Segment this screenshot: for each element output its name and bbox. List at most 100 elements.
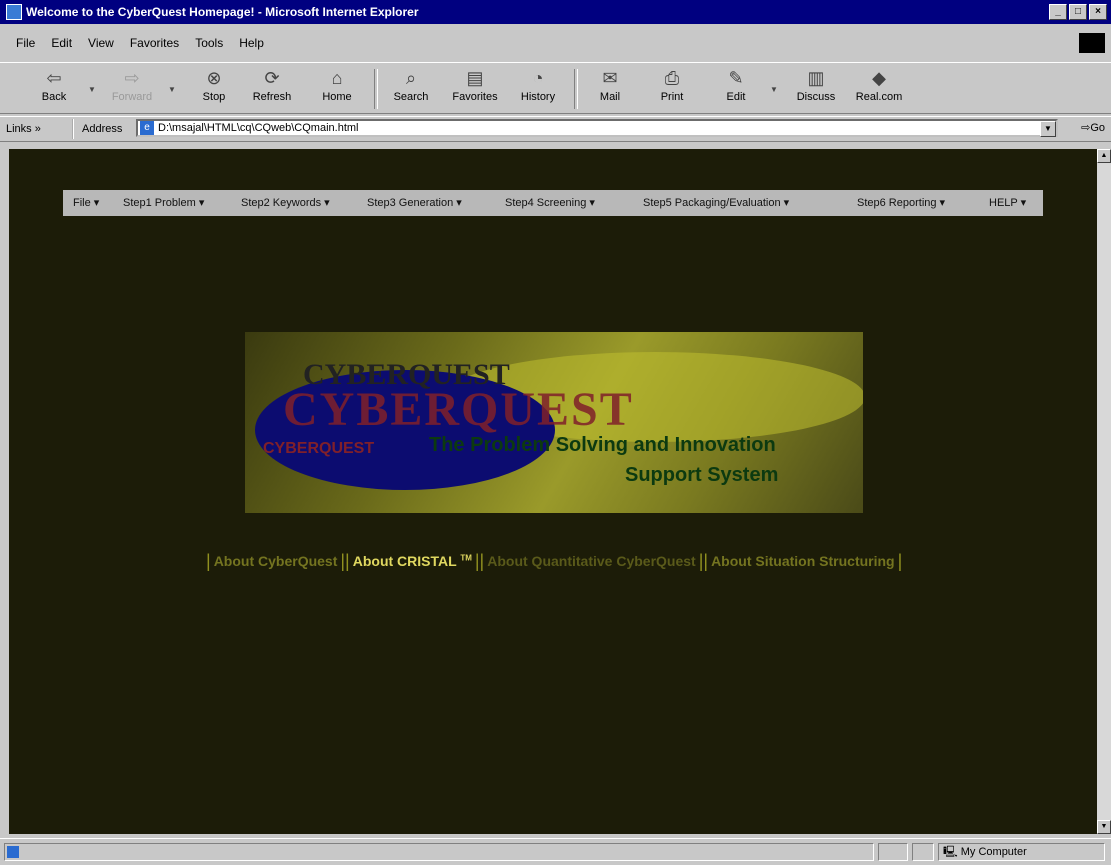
scroll-up-arrow-icon[interactable]: ▲ [1097, 149, 1111, 163]
menu-favorites[interactable]: Favorites [130, 36, 179, 50]
banner-tagline-1: The Problem Solving and Innovation [429, 434, 776, 456]
address-input[interactable]: e D:\msajal\HTML\cq\CQweb\CQmain.html ▼ [136, 119, 1058, 137]
edit-icon: ✎ [728, 68, 744, 88]
address-dropdown-icon[interactable]: ▼ [1040, 121, 1056, 137]
search-icon: ⌕ [405, 68, 417, 88]
forward-arrow-icon: ⇨ [124, 68, 140, 88]
search-button[interactable]: ⌕ Search [386, 67, 436, 103]
links-button[interactable]: Links » [6, 119, 74, 139]
go-label: Go [1090, 122, 1105, 134]
link-divider: | [206, 550, 211, 571]
page-status-icon [7, 846, 19, 858]
printer-icon: ⎙ [664, 68, 680, 88]
site-menu-step5[interactable]: Step5 Packaging/Evaluation ▾ [643, 196, 789, 209]
forward-dropdown-icon[interactable]: ▼ [168, 85, 176, 94]
zone-cell: 🖳 My Computer [938, 843, 1105, 861]
print-button[interactable]: ⎙ Print [652, 67, 692, 103]
site-menu-step4[interactable]: Step4 Screening ▾ [505, 196, 595, 209]
stop-button[interactable]: ⊗ Stop [196, 67, 232, 103]
about-cyberquest-link[interactable]: About CyberQuest [214, 553, 338, 569]
back-button[interactable]: ⇦ Back [34, 67, 74, 103]
toolbar-separator [574, 69, 578, 109]
trademark-label: TM [460, 553, 472, 563]
status-bar: 🖳 My Computer [0, 838, 1111, 865]
discuss-button[interactable]: ▥ Discuss [790, 67, 842, 103]
address-url: D:\msajal\HTML\cq\CQweb\CQmain.html [158, 122, 359, 134]
menu-edit[interactable]: Edit [51, 36, 72, 50]
home-label: Home [322, 91, 352, 103]
site-menu-step3[interactable]: Step3 Generation ▾ [367, 196, 462, 209]
stop-label: Stop [202, 91, 226, 103]
favorites-label: Favorites [452, 91, 498, 103]
edit-button[interactable]: ✎ Edit [716, 67, 756, 103]
links-label: Links [6, 123, 32, 135]
page-icon: e [140, 121, 154, 135]
menu-view[interactable]: View [88, 36, 114, 50]
menu-tools[interactable]: Tools [195, 36, 223, 50]
realcom-icon: ◆ [872, 68, 886, 88]
about-quantitative-link[interactable]: About Quantitative CyberQuest [487, 553, 695, 569]
about-links: | About CyberQuest || About CRISTAL TM |… [203, 548, 905, 574]
back-dropdown-icon[interactable]: ▼ [88, 85, 96, 94]
link-divider: || [340, 550, 350, 571]
print-label: Print [660, 91, 684, 103]
favorites-button[interactable]: ▤ Favorites [446, 67, 504, 103]
realcom-button[interactable]: ◆ Real.com [848, 67, 910, 103]
minimize-button[interactable]: _ [1049, 4, 1067, 20]
status-cell [878, 843, 908, 861]
status-text-cell [4, 843, 874, 861]
search-label: Search [393, 91, 429, 103]
close-button[interactable]: × [1089, 4, 1107, 20]
mail-button[interactable]: ✉ Mail [588, 67, 632, 103]
banner-logo-small: CYBERQUEST [263, 440, 375, 457]
menu-file[interactable]: File [16, 36, 35, 50]
title-bar: Welcome to the CyberQuest Homepage! - Mi… [0, 0, 1111, 24]
about-situation-link[interactable]: About Situation Structuring [711, 553, 895, 569]
history-button[interactable]: ◔ History [514, 67, 562, 103]
site-menu-step1[interactable]: Step1 Problem ▾ [123, 196, 204, 209]
page-content: File ▾ Step1 Problem ▾ Step2 Keywords ▾ … [9, 149, 1097, 834]
status-cell [912, 843, 934, 861]
back-arrow-icon: ⇦ [46, 68, 62, 88]
about-cristal-label: About CRISTAL [352, 553, 457, 569]
forward-button[interactable]: ⇨ Forward [106, 67, 158, 103]
mail-icon: ✉ [602, 68, 618, 88]
chevron-icon: » [34, 123, 41, 135]
site-menu-bar: File ▾ Step1 Problem ▾ Step2 Keywords ▾ … [63, 190, 1043, 216]
site-menu-step6[interactable]: Step6 Reporting ▾ [857, 196, 945, 209]
vertical-scrollbar[interactable]: ▲ ▼ [1097, 149, 1111, 834]
site-menu-file[interactable]: File ▾ [73, 196, 99, 209]
about-cristal-link[interactable]: About CRISTAL TM [353, 553, 472, 569]
refresh-icon: ⟳ [264, 68, 280, 88]
favorites-folder-icon: ▤ [466, 68, 484, 88]
zone-label: My Computer [960, 846, 1027, 858]
address-label: Address [82, 123, 123, 135]
discuss-label: Discuss [796, 91, 836, 103]
maximize-button[interactable]: □ [1069, 4, 1087, 20]
menu-help[interactable]: Help [239, 36, 264, 50]
site-menu-help[interactable]: HELP ▾ [989, 196, 1026, 209]
history-label: History [520, 91, 556, 103]
link-divider: || [698, 550, 709, 571]
refresh-label: Refresh [252, 91, 292, 103]
mail-label: Mail [599, 91, 621, 103]
banner-logo-large: CYBERQUEST [283, 383, 634, 436]
toolbar-separator [374, 69, 378, 109]
discuss-icon: ▥ [807, 68, 825, 88]
banner-tagline-2: Support System [625, 464, 779, 486]
toolbar: ⇦ Back ▼ ⇨ Forward ▼ ⊗ Stop ⟳ Refresh ⌂ … [0, 62, 1111, 114]
history-icon: ◔ [532, 68, 544, 88]
go-button[interactable]: ⇨Go [1081, 121, 1105, 134]
menu-bar: File Edit View Favorites Tools Help [0, 30, 1111, 56]
cyberquest-banner: CYBERQUEST CYBERQUEST CYBERQUEST The Pro… [245, 332, 863, 513]
edit-dropdown-icon[interactable]: ▼ [770, 85, 778, 94]
site-menu-step2[interactable]: Step2 Keywords ▾ [241, 196, 330, 209]
window-title: Welcome to the CyberQuest Homepage! - Mi… [26, 5, 419, 19]
computer-icon: 🖳 [943, 846, 958, 858]
refresh-button[interactable]: ⟳ Refresh [248, 67, 296, 103]
scroll-down-arrow-icon[interactable]: ▼ [1097, 820, 1111, 834]
home-button[interactable]: ⌂ Home [318, 67, 356, 103]
go-arrow-icon: ⇨ [1081, 122, 1091, 134]
edit-label: Edit [726, 91, 746, 103]
home-icon: ⌂ [331, 68, 343, 88]
